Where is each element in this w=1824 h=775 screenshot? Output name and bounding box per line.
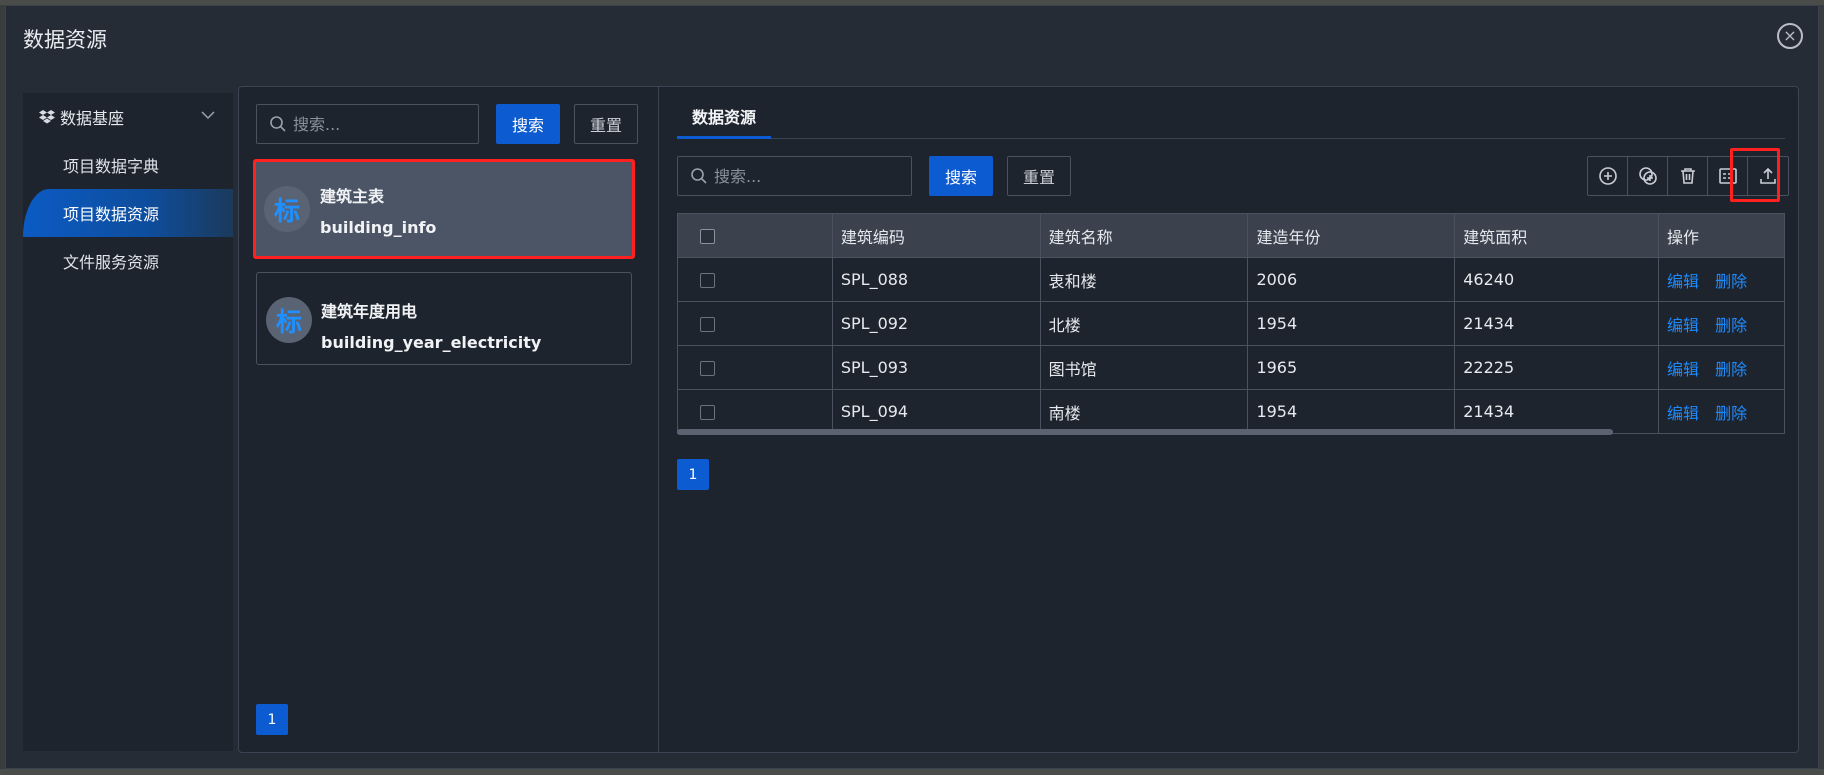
cell-name: 衷和楼: [1039, 257, 1249, 302]
cell-actions: 编辑 删除: [1658, 389, 1785, 434]
tab-bar: 数据资源: [677, 87, 1785, 139]
add-button[interactable]: [1588, 157, 1628, 195]
list-reset-button[interactable]: 重置: [574, 104, 638, 144]
sidebar-item-data-resource[interactable]: 项目数据资源: [23, 189, 233, 237]
cell-area: 21434: [1454, 389, 1660, 434]
table-row: SPL_094 南楼 1954 21434 编辑 删除: [677, 389, 1785, 434]
resource-reset-button[interactable]: 重置: [1007, 156, 1071, 196]
select-all-checkbox[interactable]: [700, 229, 715, 244]
column-header-area[interactable]: 建筑面积: [1454, 213, 1660, 258]
chevron-down-icon[interactable]: [201, 108, 215, 122]
table-row: SPL_092 北楼 1954 21434 编辑 删除: [677, 301, 1785, 346]
tab-data-resource[interactable]: 数据资源: [677, 104, 772, 139]
cell-actions: 编辑 删除: [1658, 257, 1785, 302]
list-search-button[interactable]: 搜索: [496, 104, 560, 144]
sidebar-group-data-base[interactable]: 数据基座: [23, 93, 233, 141]
table-row: SPL_093 图书馆 1965 22225 编辑 删除: [677, 345, 1785, 390]
delete-link[interactable]: 删除: [1715, 272, 1747, 291]
dialog-title: 数据资源: [23, 28, 107, 52]
sidebar: 数据基座 项目数据字典 项目数据资源 文件服务资源: [23, 93, 233, 751]
resource-search-button[interactable]: 搜索: [929, 156, 993, 196]
background-strip-bottom: [0, 769, 1824, 775]
cell-area: 46240: [1454, 257, 1660, 302]
edit-link[interactable]: 编辑: [1667, 360, 1699, 379]
row-checkbox[interactable]: [700, 317, 715, 332]
resource-table: 建筑编码 建筑名称 建造年份 建筑面积 操作 SPL_088 衷和楼 2006 …: [677, 213, 1785, 434]
list-search-box[interactable]: [256, 104, 479, 144]
sidebar-item-data-dictionary[interactable]: 项目数据字典: [23, 141, 233, 189]
cell-year: 1965: [1247, 345, 1456, 390]
batch-add-button[interactable]: [1628, 157, 1668, 195]
horizontal-scrollbar[interactable]: [677, 429, 1613, 435]
row-checkbox[interactable]: [700, 273, 715, 288]
delete-button[interactable]: [1668, 157, 1708, 195]
cell-name: 南楼: [1039, 389, 1249, 434]
card-title: 建筑年度用电: [321, 302, 418, 321]
search-icon: [270, 116, 286, 132]
cell-year: 1954: [1247, 389, 1456, 434]
trash-icon: [1680, 168, 1695, 184]
search-icon: [691, 168, 707, 184]
delete-link[interactable]: 删除: [1715, 360, 1747, 379]
table-avatar: 标: [266, 297, 312, 343]
card-title: 建筑主表: [320, 187, 385, 206]
table-card-building-info[interactable]: 标 建筑主表 building_info: [253, 159, 635, 259]
column-header-name[interactable]: 建筑名称: [1039, 213, 1249, 258]
cell-name: 北楼: [1039, 301, 1249, 346]
cell-code: SPL_093: [831, 345, 1041, 390]
edit-link[interactable]: 编辑: [1667, 272, 1699, 291]
add-copy-icon: [1638, 167, 1657, 185]
table-header-row: 建筑编码 建筑名称 建造年份 建筑面积 操作: [677, 213, 1785, 258]
cell-code: SPL_094: [831, 389, 1041, 434]
cell-actions: 编辑 删除: [1658, 301, 1785, 346]
data-resource-dialog: 数据资源 × 数据基座 项目数据字典 项目数据资源 文件服务资源 搜索... 搜…: [5, 5, 1819, 769]
resource-panel: 数据资源 搜索 重置: [660, 87, 1798, 752]
upload-highlight-box: [1730, 148, 1780, 202]
close-icon[interactable]: ×: [1777, 23, 1803, 49]
resource-search-box[interactable]: [677, 156, 912, 196]
table-row: SPL_088 衷和楼 2006 46240 编辑 删除: [677, 257, 1785, 302]
cell-year: 2006: [1247, 257, 1456, 302]
cell-code: SPL_092: [831, 301, 1041, 346]
resource-page-1[interactable]: 1: [677, 459, 709, 490]
table-avatar: 标: [264, 186, 310, 232]
row-checkbox[interactable]: [700, 405, 715, 420]
table-list-panel: 搜索 重置 标 建筑主表 building_info 标 建筑年度用电 buil…: [239, 87, 659, 752]
cell-year: 1954: [1247, 301, 1456, 346]
edit-link[interactable]: 编辑: [1667, 316, 1699, 335]
edit-link[interactable]: 编辑: [1667, 404, 1699, 423]
column-header-year[interactable]: 建造年份: [1247, 213, 1456, 258]
sidebar-item-file-service[interactable]: 文件服务资源: [23, 237, 233, 285]
content-panel: 搜索 重置 标 建筑主表 building_info 标 建筑年度用电 buil…: [238, 86, 1799, 753]
delete-link[interactable]: 删除: [1715, 404, 1747, 423]
column-header-actions: 操作: [1658, 213, 1785, 258]
sidebar-group-label: 数据基座: [60, 109, 125, 128]
delete-link[interactable]: 删除: [1715, 316, 1747, 335]
card-subtitle: building_year_electricity: [321, 333, 542, 352]
sidebar-item-label: 项目数据字典: [63, 157, 160, 176]
column-header-code[interactable]: 建筑编码: [831, 213, 1041, 258]
add-circle-icon: [1598, 167, 1617, 185]
cell-code: SPL_088: [831, 257, 1041, 302]
list-page-1[interactable]: 1: [256, 704, 288, 735]
sidebar-item-label: 文件服务资源: [63, 253, 160, 272]
table-card-building-year-electricity[interactable]: 标 建筑年度用电 building_year_electricity: [256, 272, 632, 365]
cell-area: 21434: [1454, 301, 1660, 346]
sidebar-item-label: 项目数据资源: [63, 205, 160, 224]
dropbox-icon: [39, 110, 55, 124]
cell-area: 22225: [1454, 345, 1660, 390]
header-select-cell: [677, 213, 833, 258]
list-search-input[interactable]: [293, 114, 478, 134]
row-checkbox[interactable]: [700, 361, 715, 376]
resource-search-input[interactable]: [714, 166, 911, 186]
cell-name: 图书馆: [1039, 345, 1249, 390]
cell-actions: 编辑 删除: [1658, 345, 1785, 390]
card-subtitle: building_info: [320, 218, 437, 237]
